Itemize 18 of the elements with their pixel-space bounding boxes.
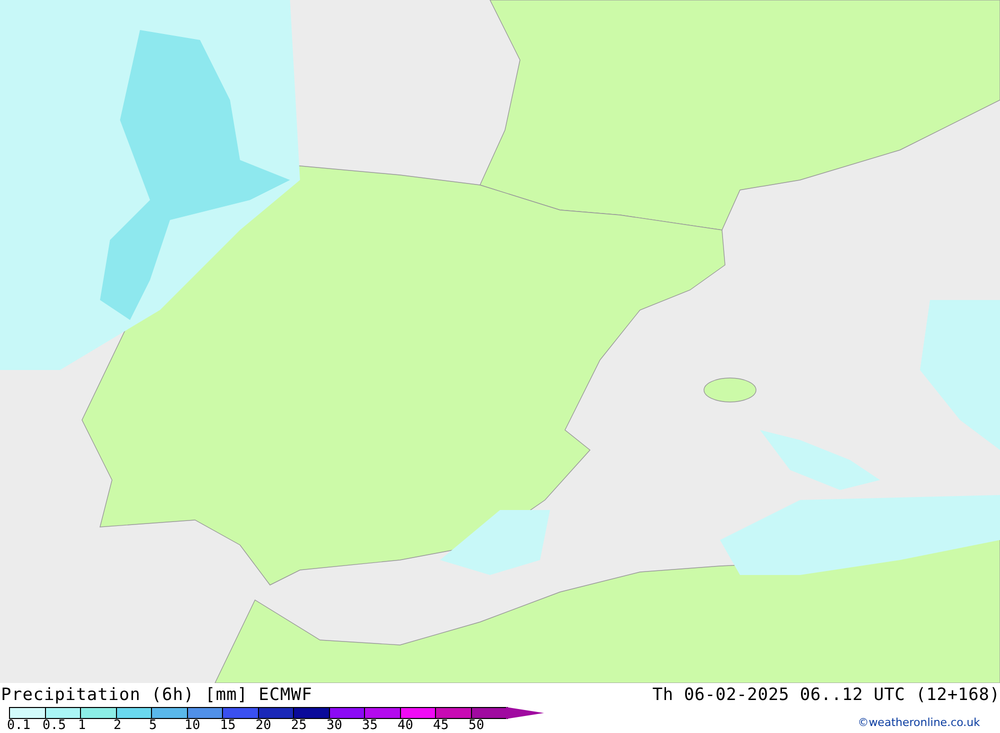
legend-label: 50 — [468, 719, 484, 733]
legend-label: 15 — [220, 719, 236, 733]
legend-label: 2 — [114, 719, 122, 733]
legend-label: 1 — [78, 719, 86, 733]
legend-label: 40 — [398, 719, 414, 733]
legend-label: 20 — [256, 719, 272, 733]
legend-arrow-icon — [506, 707, 544, 719]
valid-time: Th 06-02-2025 06..12 UTC (12+168) — [652, 685, 1000, 705]
legend-label: 35 — [362, 719, 378, 733]
legend-label: 5 — [149, 719, 157, 733]
legend-label: 30 — [326, 719, 342, 733]
legend-label: 25 — [291, 719, 307, 733]
legend-label: 0.1 — [7, 719, 30, 733]
chart-title: Precipitation (6h) [mm] ECMWF — [1, 685, 312, 705]
legend-label: 45 — [433, 719, 449, 733]
legend-label: 10 — [184, 719, 200, 733]
legend-label: 0.5 — [42, 719, 66, 733]
credit-text: ©weatheronline.co.uk — [858, 716, 980, 729]
